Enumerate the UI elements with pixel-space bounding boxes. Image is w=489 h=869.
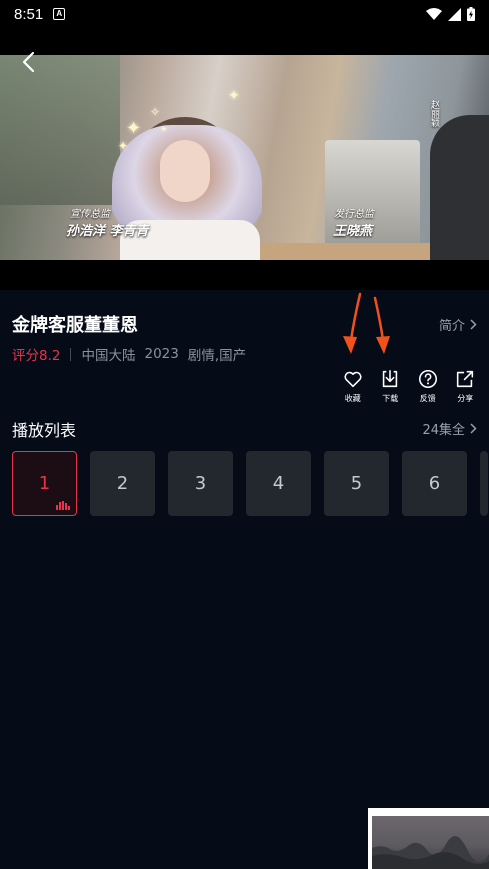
cellular-signal-icon [448, 7, 461, 21]
back-arrow-icon[interactable] [18, 50, 42, 74]
help-circle-icon [418, 369, 437, 389]
meta-genres: 剧情,国产 [187, 348, 247, 364]
annotation-arrow-icon [343, 292, 362, 354]
download-icon [383, 369, 398, 388]
mini-player-preview [372, 816, 489, 869]
chevron-right-icon [470, 319, 477, 330]
drama-title: 金牌客服董董恩 [12, 315, 138, 336]
action-bar: 收藏 下载 反馈 分享 [334, 368, 484, 404]
detail-panel: 金牌客服董董恩 简介 评分8.2 中国大陆 2023 剧情,国产 收藏 下载 反… [0, 290, 489, 869]
episode-item[interactable]: 6 [402, 451, 467, 516]
all-episodes-label: 24集全 [422, 423, 465, 438]
annotation-arrow-icon [373, 296, 390, 354]
favorite-button[interactable]: 收藏 [334, 368, 372, 404]
video-scene-wall [0, 55, 120, 205]
sparkle-icon: ✦ [228, 88, 240, 104]
meta-region: 中国大陆 [81, 348, 136, 364]
episode-item[interactable]: 1 [12, 451, 77, 516]
sparkle-icon: ✦ [118, 139, 129, 153]
episode-number: 6 [428, 473, 441, 494]
video-top-bar [0, 28, 489, 55]
video-scene-foreground-figure [430, 115, 489, 260]
playing-indicator-icon [56, 501, 70, 510]
meta-year: 2023 [144, 346, 179, 362]
credit-left-names: 孙浩洋 李青青 [66, 224, 149, 239]
video-side-text: 赵丽颖 [429, 100, 439, 127]
mini-player-thumbnail [372, 836, 489, 869]
mini-player-window[interactable] [368, 808, 489, 869]
status-time: 8:51 [14, 5, 44, 23]
episode-number: 4 [272, 473, 285, 494]
sparkle-icon: ✧ [150, 105, 161, 119]
intro-label: 简介 [438, 319, 465, 334]
heart-icon [344, 371, 362, 388]
episode-item-partial[interactable] [480, 451, 488, 516]
video-scene-face [160, 140, 210, 202]
episode-item[interactable]: 4 [246, 451, 311, 516]
episode-item[interactable]: 5 [324, 451, 389, 516]
episode-number: 2 [116, 473, 129, 494]
favorite-label: 收藏 [344, 394, 361, 403]
drama-meta: 评分8.2 中国大陆 2023 剧情,国产 [12, 344, 255, 364]
playlist-title: 播放列表 [12, 421, 77, 440]
wifi-icon [426, 7, 442, 20]
intro-link[interactable]: 简介 [439, 315, 477, 334]
status-bar: 8:51 A [0, 0, 489, 28]
share-label: 分享 [457, 394, 474, 403]
episode-item[interactable]: 3 [168, 451, 233, 516]
notification-icon: A [53, 8, 66, 20]
credit-right-label: 发行总监 [334, 209, 374, 220]
meta-divider [70, 347, 72, 361]
sparkle-icon: ✦ [160, 125, 168, 135]
battery-charging-icon [467, 7, 475, 21]
chevron-right-icon [470, 423, 477, 434]
download-button[interactable]: 下载 [372, 368, 410, 404]
credit-left-label: 宣传总监 [70, 209, 110, 220]
status-icons [426, 7, 475, 21]
all-episodes-link[interactable]: 24集全 [422, 419, 477, 438]
video-player[interactable]: ✦ ✧ ✦ ✦ ✦ 宣传总监 孙浩洋 李青青 发行总监 王晓燕 赵丽颖 [0, 55, 489, 260]
feedback-button[interactable]: 反馈 [409, 368, 447, 404]
episode-item[interactable]: 2 [90, 451, 155, 516]
episode-number: 1 [38, 473, 51, 494]
feedback-label: 反馈 [419, 394, 436, 403]
sparkle-icon: ✦ [126, 118, 142, 139]
rating-badge: 评分8.2 [12, 348, 61, 364]
share-button[interactable]: 分享 [447, 368, 485, 404]
episode-number: 5 [350, 473, 363, 494]
episode-number: 3 [194, 473, 207, 494]
share-icon [457, 370, 474, 388]
credit-right-names: 王晓燕 [333, 224, 373, 239]
episode-list: 1 2 3 4 5 6 [12, 451, 488, 516]
video-bottom-bar [0, 260, 489, 290]
download-label: 下载 [382, 394, 399, 403]
